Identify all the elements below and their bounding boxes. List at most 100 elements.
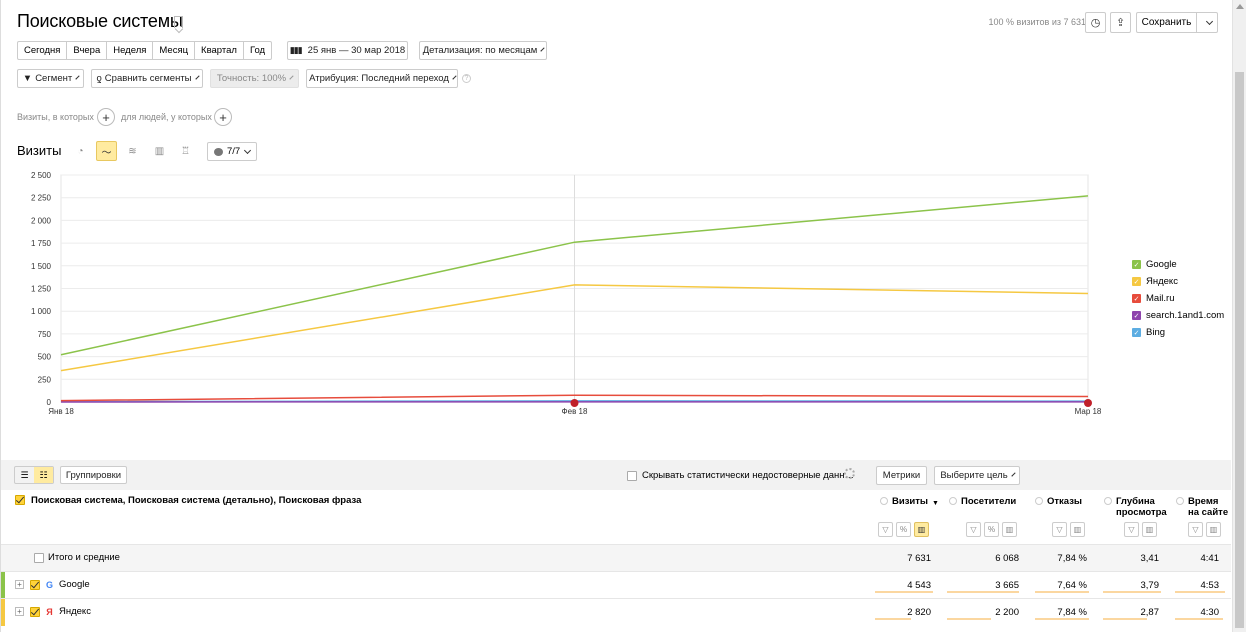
add-visit-condition-button[interactable]: + — [97, 108, 115, 126]
chart-type-area[interactable]: ≋ — [122, 141, 143, 161]
period-yesterday[interactable]: Вчера — [67, 42, 108, 59]
row-visitors: 3 665 — [995, 580, 1019, 591]
legend-item[interactable]: ✓ Bing — [1132, 324, 1224, 341]
time-share-bar — [1175, 591, 1225, 593]
percent-icon[interactable]: % — [984, 522, 999, 537]
column-depth[interactable]: Глубина просмотра — [1104, 496, 1167, 518]
filter-icon[interactable]: ▽ — [966, 522, 981, 537]
groupings-button[interactable]: Группировки — [60, 466, 127, 484]
filter-icon: ▼ — [22, 73, 33, 84]
info-icon[interactable] — [1176, 497, 1184, 505]
info-icon[interactable] — [1104, 497, 1112, 505]
compare-segments-dropdown[interactable]: ƍ Сравнить сегменты — [91, 69, 203, 88]
row-color-stripe — [1, 599, 5, 626]
bar-chart-icon[interactable]: ▥ — [1206, 522, 1221, 537]
series-count-dropdown[interactable]: 7/7 — [207, 142, 258, 161]
help-icon[interactable]: ? — [462, 74, 471, 83]
y-tick-label: 0 — [47, 398, 52, 407]
legend-item[interactable]: ✓ search.1and1.com — [1132, 307, 1224, 324]
list-view-button[interactable]: ☰ — [15, 467, 34, 483]
chart-type-map[interactable]: ♖ — [175, 141, 196, 161]
column-depth-label-2: просмотра — [1116, 507, 1167, 518]
period-week[interactable]: Неделя — [107, 42, 154, 59]
legend-item[interactable]: ✓ Mail.ru — [1132, 290, 1224, 307]
bar-chart-icon[interactable]: ▥ — [1002, 522, 1017, 537]
legend-checkbox[interactable]: ✓ — [1132, 311, 1141, 320]
row-label: Яндекс — [59, 606, 91, 617]
history-button[interactable]: ◷ — [1085, 12, 1106, 33]
percent-icon[interactable]: % — [896, 522, 911, 537]
filter-icon[interactable]: ▽ — [1124, 522, 1139, 537]
visits-column-tools: ▽% ▥ — [878, 522, 932, 537]
legend-checkbox[interactable]: ✓ — [1132, 277, 1141, 286]
date-range-label: 25 янв — 30 мар 2018 — [307, 45, 406, 56]
scroll-up-icon[interactable] — [1236, 4, 1244, 9]
accuracy-dropdown[interactable]: Точность: 100% — [210, 69, 299, 88]
chart-type-line[interactable]: 〜 — [96, 141, 117, 161]
save-dropdown[interactable] — [1197, 13, 1217, 32]
info-icon[interactable] — [880, 497, 888, 505]
metrics-button[interactable]: Метрики — [876, 466, 927, 485]
bar-chart-icon: ▥ — [154, 145, 165, 157]
hide-unreliable-toggle[interactable]: Скрывать статистически недостоверные дан… — [627, 470, 854, 481]
period-quarter[interactable]: Квартал — [195, 42, 244, 59]
legend-item[interactable]: ✓ Google — [1132, 256, 1224, 273]
pie-icon: ◔ — [77, 145, 84, 157]
series-count-label: 7/7 — [227, 146, 241, 157]
legend-item[interactable]: ✓ Яндекс — [1132, 273, 1224, 290]
legend-checkbox[interactable]: ✓ — [1132, 260, 1141, 269]
expand-icon[interactable]: + — [15, 607, 24, 616]
table-row[interactable]: + Я Яндекс 2 820 2 200 7,84 % 2,87 4:30 — [1, 598, 1231, 626]
chevron-down-icon — [244, 146, 252, 154]
totals-checkbox[interactable] — [34, 552, 44, 563]
scroll-thumb[interactable] — [1235, 72, 1244, 628]
table-row[interactable]: + G Google 4 543 3 665 7,64 % 3,79 4:53 — [1, 571, 1231, 599]
column-visitors[interactable]: Посетители — [949, 496, 1016, 507]
date-range-button[interactable]: ▮▮▮ 25 янв — 30 мар 2018 — [287, 41, 408, 60]
bar-chart-icon[interactable]: ▥ — [1142, 522, 1157, 537]
detail-dropdown[interactable]: Детализация: по месяцам — [419, 41, 547, 60]
column-visits[interactable]: Визиты ▼ — [880, 496, 939, 509]
hide-unreliable-checkbox[interactable] — [627, 470, 637, 481]
info-icon[interactable] — [949, 497, 957, 505]
gear-icon[interactable] — [844, 468, 855, 479]
period-month[interactable]: Месяц — [153, 42, 196, 59]
info-icon[interactable] — [1035, 497, 1043, 505]
legend-checkbox[interactable]: ✓ — [1132, 294, 1141, 303]
save-button[interactable]: Сохранить — [1136, 12, 1218, 33]
bookmark-icon[interactable] — [174, 16, 183, 28]
tree-view-button[interactable]: ☷ — [34, 467, 53, 483]
segment-dropdown[interactable]: ▼ Сегмент — [17, 69, 84, 88]
period-year[interactable]: Год — [244, 42, 271, 59]
column-bounces[interactable]: Отказы — [1035, 496, 1082, 507]
bar-chart-icon[interactable]: ▥ — [1070, 522, 1085, 537]
visitors-column-tools: ▽% ▥ — [966, 522, 1020, 537]
chart-type-pie[interactable]: ◔ — [70, 141, 91, 161]
filter-icon[interactable]: ▽ — [1188, 522, 1203, 537]
chart-type-bar[interactable]: ▥ — [149, 141, 170, 161]
legend-checkbox[interactable]: ✓ — [1132, 328, 1141, 337]
totals-visitors: 6 068 — [995, 553, 1019, 564]
row-depth: 2,87 — [1140, 607, 1160, 618]
expand-icon[interactable]: + — [15, 580, 24, 589]
filter-icon[interactable]: ▽ — [1052, 522, 1067, 537]
totals-time: 4:41 — [1200, 553, 1220, 564]
x-tick-label: Фев 18 — [562, 407, 588, 416]
row-checkbox[interactable] — [30, 606, 40, 617]
period-today[interactable]: Сегодня — [18, 42, 68, 59]
attribution-dropdown[interactable]: Атрибуция: Последний переход — [306, 69, 458, 88]
visitors-share-bar — [947, 591, 1019, 593]
add-people-condition-button[interactable]: + — [214, 108, 232, 126]
column-time[interactable]: Время на сайте — [1176, 496, 1228, 518]
bar-chart-icon[interactable]: ▥ — [914, 522, 929, 537]
select-all-checkbox[interactable] — [15, 495, 25, 505]
event-marker-icon[interactable] — [1084, 399, 1092, 407]
goal-dropdown[interactable]: Выберите цель — [934, 466, 1020, 485]
visits-share-bar — [875, 591, 933, 593]
event-marker-icon[interactable] — [570, 399, 579, 407]
row-checkbox[interactable] — [30, 579, 40, 590]
filter-icon[interactable]: ▽ — [878, 522, 893, 537]
export-button[interactable]: ⇪ — [1110, 12, 1131, 33]
scrollbar[interactable] — [1232, 0, 1246, 632]
table-toolbar — [1, 460, 1231, 490]
